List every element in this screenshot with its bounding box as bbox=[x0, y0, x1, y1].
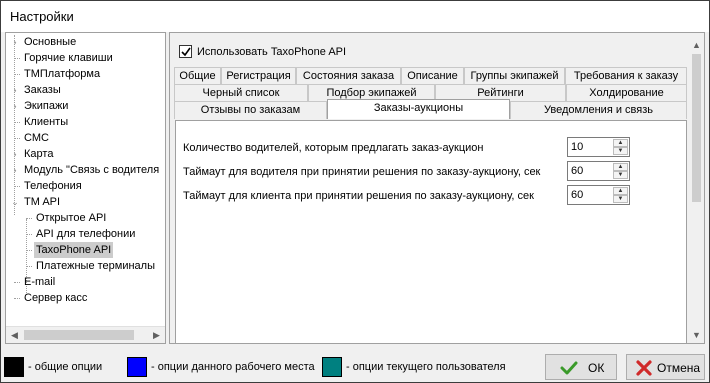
checkmark-icon bbox=[181, 47, 191, 57]
tab-order-reviews[interactable]: Отзывы по заказам bbox=[174, 101, 327, 119]
tree-item-label: Сервер касс bbox=[24, 292, 88, 304]
tab-registration[interactable]: Регистрация bbox=[221, 67, 296, 85]
ok-button[interactable]: ОК bbox=[545, 354, 617, 380]
client-timeout-stepper[interactable]: 60 ▲ ▼ bbox=[567, 185, 630, 205]
driver-timeout-label: Таймаут для водителя при принятии решени… bbox=[183, 166, 541, 178]
settings-tree: › Основные Горячие клавиши ТМПлатформа ›… bbox=[5, 32, 166, 344]
close-icon bbox=[636, 360, 652, 376]
client-timeout-value[interactable]: 60 bbox=[571, 189, 583, 201]
use-taxophone-api-checkbox[interactable] bbox=[179, 45, 192, 58]
drivers-count-value[interactable]: 10 bbox=[571, 141, 583, 153]
tree-connector bbox=[26, 234, 32, 235]
cancel-button-label: Отмена bbox=[657, 361, 701, 375]
scrollbar-thumb[interactable] bbox=[24, 330, 134, 340]
tab-order-requirements[interactable]: Требования к заказу bbox=[565, 67, 687, 85]
driver-timeout-value[interactable]: 60 bbox=[571, 165, 583, 177]
tree-item-label: СМС bbox=[24, 132, 49, 144]
tree-item-label: Заказы bbox=[24, 84, 61, 96]
legend-label: - опции данного рабочего места bbox=[151, 361, 315, 373]
tree-item-label: Платежные терминалы bbox=[36, 260, 155, 272]
tree-connector bbox=[26, 250, 32, 251]
increment-icon[interactable]: ▲ bbox=[613, 139, 628, 147]
legend-swatch-teal bbox=[322, 357, 342, 377]
settings-panel: Использовать TaxoPhone API Общие Регистр… bbox=[169, 32, 705, 344]
decrement-icon[interactable]: ▼ bbox=[613, 171, 628, 179]
chevron-right-icon[interactable]: › bbox=[10, 162, 20, 178]
client-timeout-label: Таймаут для клиента при принятии решения… bbox=[183, 190, 534, 202]
tree-connector bbox=[14, 298, 20, 299]
tree-guide-line bbox=[14, 35, 15, 215]
title-bar: Настройки bbox=[1, 1, 709, 32]
tree-connector bbox=[14, 138, 20, 139]
tree-item-label: TM API bbox=[24, 196, 61, 208]
tree-connector bbox=[14, 74, 20, 75]
legend-label: - опции текущего пользователя bbox=[346, 361, 506, 373]
drivers-count-stepper[interactable]: 10 ▲ ▼ bbox=[567, 137, 630, 157]
chevron-right-icon[interactable]: › bbox=[10, 34, 20, 50]
scroll-up-icon[interactable]: ▲ bbox=[688, 37, 704, 53]
tab-order-states[interactable]: Состояния заказа bbox=[296, 67, 401, 85]
ok-button-label: ОК bbox=[588, 361, 605, 375]
tree-connector bbox=[14, 186, 20, 187]
auction-orders-page: Количество водителей, которым предлагать… bbox=[175, 120, 687, 343]
tab-notifications[interactable]: Уведомления и связь bbox=[510, 101, 687, 119]
tab-holding[interactable]: Холдирование bbox=[566, 84, 687, 102]
decrement-icon[interactable]: ▼ bbox=[613, 147, 628, 155]
tree-item-label: Открытое API bbox=[36, 212, 107, 224]
increment-icon[interactable]: ▲ bbox=[613, 187, 628, 195]
tree-item-label: Карта bbox=[24, 148, 54, 160]
checkmark-icon bbox=[560, 361, 578, 375]
chevron-right-icon[interactable]: › bbox=[10, 98, 20, 114]
window-title: Настройки bbox=[10, 9, 74, 24]
tree-connector bbox=[14, 282, 20, 283]
tree-item-label: E-mail bbox=[24, 276, 56, 288]
stepper-buttons: ▲ ▼ bbox=[613, 187, 628, 203]
scroll-left-icon[interactable]: ◀ bbox=[6, 327, 23, 343]
scroll-down-icon[interactable]: ▼ bbox=[688, 327, 704, 343]
increment-icon[interactable]: ▲ bbox=[613, 163, 628, 171]
tab-general[interactable]: Общие bbox=[174, 67, 221, 85]
stepper-buttons: ▲ ▼ bbox=[613, 139, 628, 155]
tab-blacklist[interactable]: Черный список bbox=[174, 84, 308, 102]
settings-window: Настройки › Основные Горячие клавиши ТМП… bbox=[0, 0, 710, 383]
tree-connector bbox=[14, 122, 20, 123]
tree-item-label: Горячие клавиши bbox=[24, 52, 113, 64]
tree-item-label: Экипажи bbox=[24, 100, 69, 112]
chevron-right-icon[interactable]: › bbox=[10, 146, 20, 162]
scroll-right-icon[interactable]: ▶ bbox=[148, 327, 165, 343]
chevron-right-icon[interactable]: › bbox=[10, 82, 20, 98]
use-taxophone-api-label: Использовать TaxoPhone API bbox=[197, 46, 347, 58]
decrement-icon[interactable]: ▼ bbox=[613, 195, 628, 203]
tab-auction-orders[interactable]: Заказы-аукционы bbox=[327, 99, 510, 119]
tree-connector bbox=[26, 266, 32, 267]
tree-connector bbox=[26, 218, 32, 219]
legend-swatch-black bbox=[4, 357, 24, 377]
tree-item-label: Телефония bbox=[24, 180, 82, 192]
legend-label: - общие опции bbox=[28, 361, 103, 373]
cancel-button[interactable]: Отмена bbox=[626, 354, 705, 380]
tree-item-label: Клиенты bbox=[24, 116, 69, 128]
drivers-count-label: Количество водителей, которым предлагать… bbox=[183, 142, 484, 154]
tree-item-label: TaxoPhone API bbox=[34, 242, 114, 258]
tree-item-label: ТМПлатформа bbox=[24, 68, 101, 80]
driver-timeout-stepper[interactable]: 60 ▲ ▼ bbox=[567, 161, 630, 181]
tree-item-label: Модуль "Связь с водителя bbox=[24, 164, 160, 176]
scrollbar-thumb[interactable] bbox=[692, 54, 701, 202]
tree-item-label: Основные bbox=[24, 36, 77, 48]
tab-description[interactable]: Описание bbox=[401, 67, 464, 85]
tree-item-label: API для телефонии bbox=[36, 228, 136, 240]
stepper-buttons: ▲ ▼ bbox=[613, 163, 628, 179]
legend-swatch-blue bbox=[127, 357, 147, 377]
tree-horizontal-scrollbar[interactable]: ◀ ▶ bbox=[6, 326, 165, 343]
panel-vertical-scrollbar[interactable]: ▲ ▼ bbox=[688, 37, 704, 343]
tree-connector bbox=[14, 58, 20, 59]
chevron-down-icon[interactable]: ⌄ bbox=[10, 194, 20, 210]
tab-crew-groups[interactable]: Группы экипажей bbox=[464, 67, 565, 85]
